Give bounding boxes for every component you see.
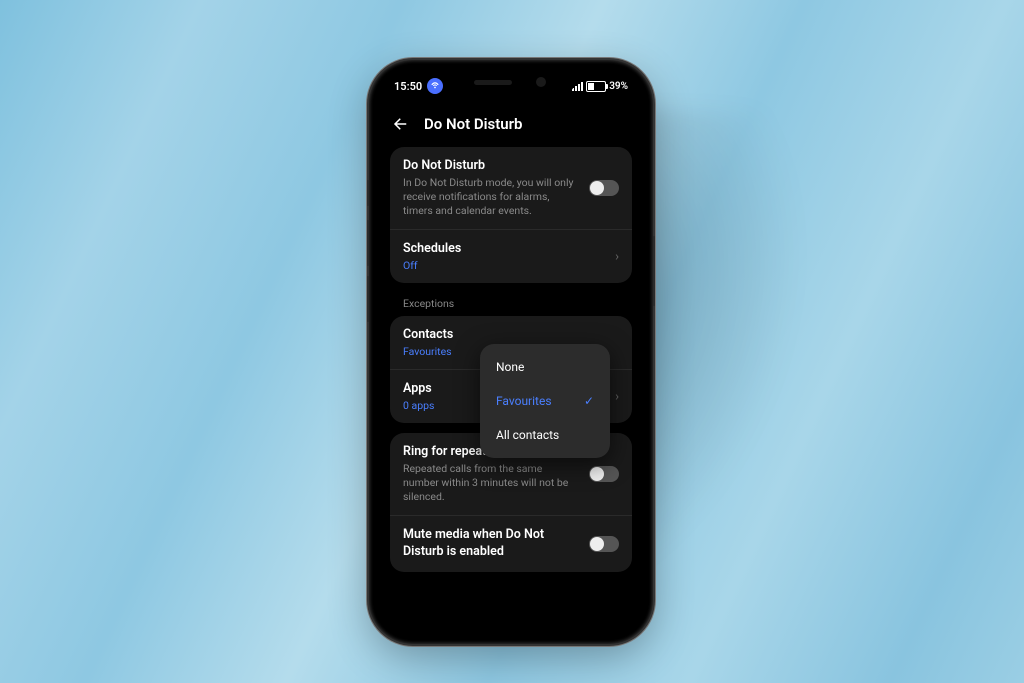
row-dnd[interactable]: Do Not Disturb In Do Not Disturb mode, y… bbox=[390, 147, 632, 229]
row-title: Contacts bbox=[403, 327, 619, 344]
row-title: Schedules bbox=[403, 241, 619, 258]
chevron-right-icon: › bbox=[615, 389, 619, 404]
row-schedules[interactable]: Schedules Off › bbox=[390, 229, 632, 283]
battery-icon bbox=[586, 81, 606, 92]
mute-toggle[interactable] bbox=[589, 536, 619, 552]
app-bar: Do Not Disturb bbox=[380, 107, 642, 141]
card-dnd: Do Not Disturb In Do Not Disturb mode, y… bbox=[390, 147, 632, 283]
row-value: Off bbox=[403, 259, 619, 272]
row-title: Mute media when Do Not Disturb is enable… bbox=[403, 527, 619, 561]
popup-option-favourites[interactable]: Favourites ✓ bbox=[480, 384, 610, 418]
row-desc: In Do Not Disturb mode, you will only re… bbox=[403, 176, 619, 219]
row-desc: Repeated calls from the same number with… bbox=[403, 462, 619, 505]
volte-icon bbox=[427, 78, 443, 94]
contacts-popup: None Favourites ✓ All contacts bbox=[480, 344, 610, 458]
popup-option-all[interactable]: All contacts bbox=[480, 418, 610, 452]
dnd-toggle[interactable] bbox=[589, 180, 619, 196]
screen: 15:50 39% Do Not Disturb bbox=[380, 71, 642, 633]
battery-text: 39% bbox=[609, 81, 628, 92]
row-title: Do Not Disturb bbox=[403, 158, 619, 175]
repeat-toggle[interactable] bbox=[589, 466, 619, 482]
notch bbox=[446, 71, 576, 95]
phone-frame: 15:50 39% Do Not Disturb bbox=[369, 60, 653, 644]
chevron-right-icon: › bbox=[615, 249, 619, 264]
row-mute-media[interactable]: Mute media when Do Not Disturb is enable… bbox=[390, 515, 632, 572]
popup-option-none[interactable]: None bbox=[480, 350, 610, 384]
check-icon: ✓ bbox=[584, 394, 594, 408]
option-label: None bbox=[496, 360, 524, 374]
page-title: Do Not Disturb bbox=[424, 115, 522, 133]
option-label: Favourites bbox=[496, 394, 552, 408]
option-label: All contacts bbox=[496, 428, 559, 442]
status-time: 15:50 bbox=[394, 80, 422, 93]
section-label-exceptions: Exceptions bbox=[390, 293, 632, 316]
back-button[interactable] bbox=[392, 115, 410, 133]
